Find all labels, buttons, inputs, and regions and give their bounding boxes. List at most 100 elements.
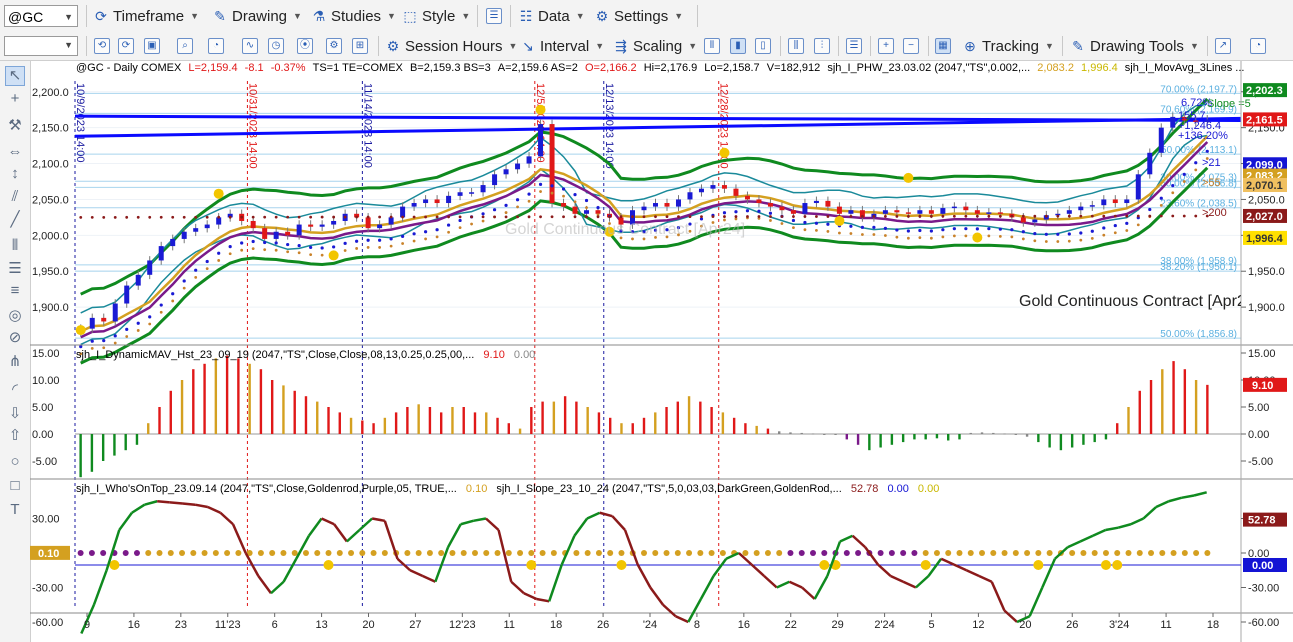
arrow-up-icon[interactable]: ⇧	[6, 427, 24, 445]
rectangle-icon[interactable]: □	[6, 477, 24, 495]
indicator-icon[interactable]: ⦿	[297, 38, 313, 54]
panel-icon[interactable]: ☰	[846, 38, 862, 54]
ma21-dot	[1010, 228, 1014, 232]
whos-on-top-dot	[505, 550, 512, 556]
zoom-search-icon[interactable]: ⌕	[177, 38, 193, 54]
candle-body	[894, 210, 900, 213]
ellipse-icon[interactable]: ○	[6, 453, 24, 471]
whos-on-top-dot	[415, 550, 422, 556]
studies-label: Studies	[331, 7, 382, 25]
ma200-dot	[1010, 214, 1014, 218]
ma55-dot	[194, 275, 198, 279]
symbol-input[interactable]: @GC ▼	[4, 5, 78, 27]
trend-icon[interactable]: ↗	[1215, 38, 1231, 54]
ma55-dot	[1067, 239, 1071, 243]
trendline-icon[interactable]: ╱	[6, 211, 24, 229]
parallel-lines-icon[interactable]: ⫽	[6, 188, 24, 206]
ohlc-icon[interactable]: ⫼	[788, 38, 804, 54]
speedometer-icon[interactable]: ◔	[1250, 38, 1266, 54]
ma55-dot	[1159, 203, 1163, 207]
slope-line-segment	[890, 574, 904, 583]
arc-icon[interactable]: ◜	[6, 381, 24, 399]
ma55-dot	[792, 226, 795, 230]
ma21-dot	[1044, 232, 1048, 236]
refresh-icon[interactable]: ⟳	[118, 38, 134, 54]
line-chart-icon[interactable]: ⫶	[814, 38, 830, 54]
vertical-line-icon[interactable]: ↕	[6, 165, 24, 183]
candlestick-icon[interactable]: ▮	[730, 38, 746, 54]
time-icon[interactable]: ◷	[268, 38, 284, 54]
chart-symbol-input[interactable]: ▼	[4, 36, 78, 56]
channel-icon[interactable]: ☰	[6, 260, 24, 278]
link-icon[interactable]: ⟲	[94, 38, 110, 54]
settings-menu[interactable]: ⚙ Settings ▼	[594, 0, 683, 32]
date-tick-label: 13	[315, 619, 327, 631]
ma200-dot	[872, 214, 876, 218]
hierarchy-icon[interactable]: ⊞	[352, 38, 368, 54]
horizontal-line-icon[interactable]: ⇔	[6, 143, 24, 161]
toolbar-separator	[928, 36, 929, 56]
ma21-dot	[125, 327, 129, 331]
chevron-down-icon[interactable]: ▼	[64, 40, 73, 50]
slope-line-segment	[118, 512, 133, 531]
slope-line-segment	[157, 500, 170, 504]
ma21-dot	[263, 240, 267, 245]
scaling-menu[interactable]: ⇶ Scaling ▼	[613, 32, 697, 60]
slope-line-segment	[560, 535, 576, 566]
drawing-menu[interactable]: ✎ Drawing ▼	[212, 0, 302, 32]
ma55-dot	[355, 247, 359, 250]
crosshair-icon[interactable]: +	[6, 90, 24, 108]
slope-line-segment	[1181, 494, 1195, 500]
wrench-icon[interactable]: ⚒	[6, 117, 24, 135]
pointer-icon[interactable]: ↖	[5, 66, 25, 86]
studies-settings-icon[interactable]: ⚙	[326, 38, 342, 54]
timeframe-menu[interactable]: ⟳ Timeframe ▼	[93, 0, 199, 32]
speed-icon[interactable]: ◔	[208, 38, 224, 54]
interval-menu[interactable]: ↘ Interval ▼	[520, 32, 604, 60]
fullscreen-icon[interactable]: ▣	[144, 38, 160, 54]
macd-histogram-bar	[845, 434, 849, 440]
zoom-out-icon[interactable]: −	[903, 38, 919, 54]
left-price-label: 2,200.0	[32, 87, 69, 99]
wave-icon[interactable]: ∿	[242, 38, 258, 54]
candle-body	[825, 200, 831, 207]
macd-histogram-bar	[158, 407, 161, 434]
ma200-dot	[642, 215, 646, 219]
ma55-dot	[378, 246, 382, 249]
session-hours-menu[interactable]: ⚙ Session Hours ▼	[385, 32, 518, 60]
grid-icon[interactable]: ▦	[935, 38, 951, 54]
fibonacci-icon[interactable]: ◎	[6, 307, 24, 325]
macd-tick-label: 5.00	[1248, 402, 1269, 414]
whos-on-top-dot	[1091, 550, 1098, 556]
candle-body	[652, 203, 658, 207]
ma21-dot	[964, 227, 968, 231]
layers-icon[interactable]: ≡	[6, 282, 24, 300]
zoom-in-icon[interactable]: +	[878, 38, 894, 54]
layout-icon[interactable]: ☰	[486, 8, 502, 24]
chevron-down-icon[interactable]: ▼	[64, 6, 73, 28]
drawing-tools-menu[interactable]: ✎ Drawing Tools ▼	[1070, 32, 1199, 60]
price-badge-label: 2,027.0	[1246, 211, 1283, 223]
tracking-menu[interactable]: ⊕ Tracking ▼	[962, 32, 1054, 60]
hollow-candle-icon[interactable]: ▯	[755, 38, 771, 54]
candle-body	[1112, 199, 1118, 204]
text-tool-icon[interactable]: T	[6, 501, 24, 519]
bar-chart-icon[interactable]: ⫴	[704, 38, 720, 54]
macd-histogram-bar	[372, 423, 375, 434]
candle-body	[170, 238, 176, 247]
circle-tool-icon[interactable]: ⊘	[6, 329, 24, 347]
ma55-dot	[274, 248, 278, 252]
ma200-dot	[803, 215, 807, 218]
studies-menu[interactable]: ⚗ Studies ▼	[311, 0, 396, 32]
macd-tick-label: 0.00	[1248, 429, 1269, 441]
bars-icon[interactable]: ⫴	[6, 237, 24, 255]
ma200-dot	[1102, 214, 1106, 218]
data-menu[interactable]: ☷ Data ▼	[518, 0, 585, 32]
arrow-down-icon[interactable]: ⇩	[6, 405, 24, 423]
ma55-dot	[964, 234, 968, 238]
whos-on-top-dot	[945, 550, 952, 556]
candle-body	[1147, 152, 1153, 175]
ma200-dot	[906, 214, 910, 218]
pitchfork-icon[interactable]: ⋔	[6, 353, 24, 371]
style-menu[interactable]: ⬚ Style ▼	[402, 0, 470, 32]
